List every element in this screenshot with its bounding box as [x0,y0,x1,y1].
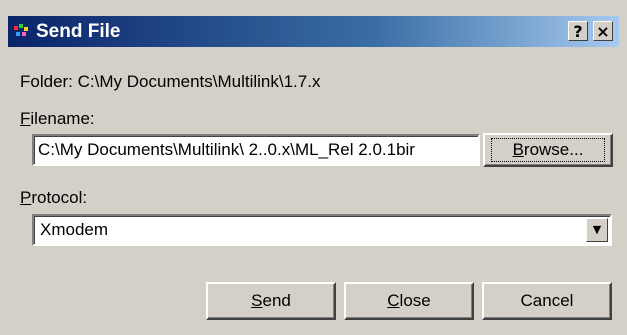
browse-label: rowse... [523,140,584,159]
folder-path: C:\My Documents\Multilink\1.7.x [77,72,321,91]
send-mnemonic: S [251,291,263,310]
filename-mnemonic: F [20,109,31,128]
protocol-selected-value: Xmodem [40,220,109,239]
folder-row: Folder: C:\My Documents\Multilink\1.7.x [20,72,320,92]
protocol-label: Protocol: [20,188,87,208]
browse-button[interactable]: Browse... [483,133,613,167]
protocol-label-text: rotocol: [31,188,88,207]
filename-label-text: ilename: [30,109,95,128]
browse-mnemonic: B [512,140,524,159]
help-button[interactable]: ? [568,21,588,41]
filename-label: Filename: [20,109,95,129]
protocol-select[interactable]: Xmodem ▼ [32,214,612,246]
app-icon [14,24,28,36]
send-label: end [262,291,291,310]
cancel-button[interactable]: Cancel [482,282,612,320]
send-button[interactable]: Send [206,282,336,320]
close-label: lose [399,291,431,310]
browse-focus-rect: Browse... [491,138,605,162]
protocol-mnemonic: P [20,188,32,207]
window-title: Send File [36,21,121,42]
filename-input[interactable]: C:\My Documents\Multilink\ 2..0.x\ML_Rel… [32,134,480,166]
chevron-down-icon[interactable]: ▼ [586,218,608,242]
folder-label: Folder: [20,72,73,91]
close-mnemonic: C [387,291,400,310]
send-file-dialog: Send File ? × Folder: C:\My Documents\Mu… [0,0,627,335]
title-bar[interactable]: Send File ? × [8,16,619,47]
close-button[interactable]: Close [344,282,474,320]
close-window-icon[interactable]: × [593,21,613,41]
